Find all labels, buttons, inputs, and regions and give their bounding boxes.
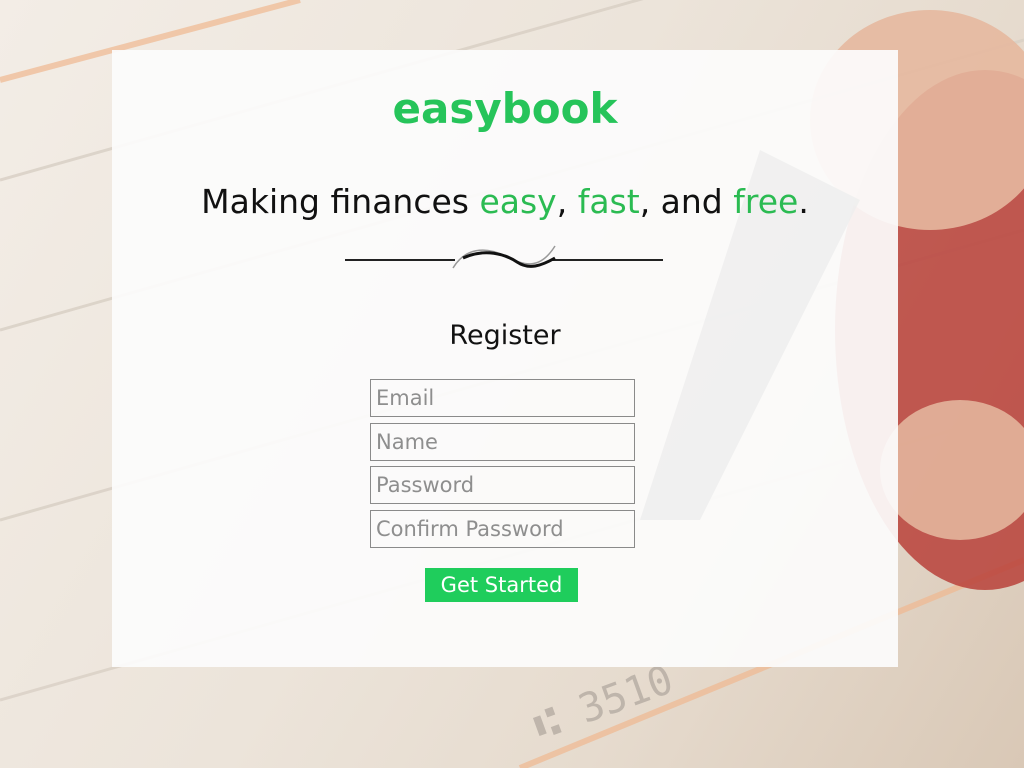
tagline-word-easy: easy [479, 182, 557, 221]
register-heading: Register [449, 320, 561, 351]
get-started-button[interactable]: Get Started [425, 568, 578, 602]
tagline-prefix: Making finances [201, 182, 480, 221]
brand-logo: easybook [392, 84, 618, 133]
name-field[interactable] [370, 423, 635, 461]
tagline-sep-1: , [556, 182, 578, 221]
password-field[interactable] [370, 466, 635, 504]
register-card: easybook Making finances easy, fast, and… [112, 50, 898, 667]
email-field[interactable] [370, 379, 635, 417]
ornamental-divider [345, 245, 663, 269]
tagline-word-fast: fast [577, 182, 640, 221]
tagline-word-free: free [733, 182, 799, 221]
tagline-sep-2: , and [639, 182, 734, 221]
tagline-suffix: . [798, 182, 809, 221]
confirm-password-field[interactable] [370, 510, 635, 548]
tagline: Making finances easy, fast, and free. [112, 182, 898, 221]
